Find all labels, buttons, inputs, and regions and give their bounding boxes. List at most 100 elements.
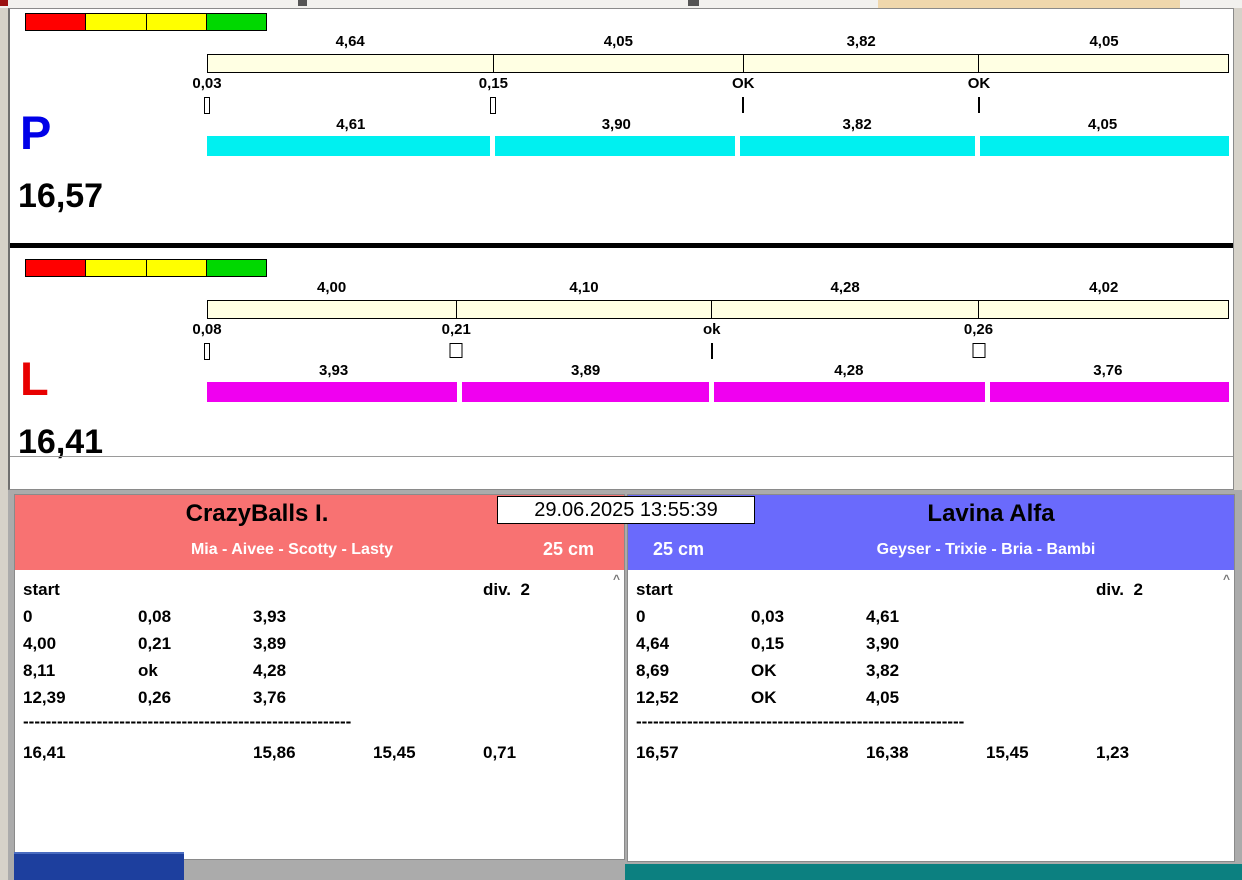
run-time-label: 3,90 [601, 116, 631, 133]
dog-time: 4,05 [866, 688, 900, 707]
flyball-timing-screen: 4,64 4,05 3,82 4,05 0,03 0,15 OK OK 4,61… [0, 0, 1242, 880]
time-diff: 0,71 [483, 743, 517, 762]
split-marker-tick [710, 343, 713, 359]
results-table: start div. 2 0 0,03 4,61 4,64 0,15 3,90 … [628, 570, 1234, 766]
plan-bar-segment [744, 55, 980, 72]
empty-cell [253, 576, 373, 603]
total-time: 16,41 [23, 743, 66, 762]
table-row: 12,39 0,26 3,76 [23, 684, 624, 711]
team-subheader: Mia - Aivee - Scotty - Lasty 25 cm [15, 533, 624, 570]
empty-cell [373, 576, 483, 603]
traffic-green-segment [206, 260, 266, 276]
traffic-yellow-segment-2 [146, 260, 207, 276]
jump-height-label: 25 cm [542, 539, 594, 559]
run-time-label: 4,61 [336, 116, 366, 133]
split-marker-label: 0,26 [963, 321, 994, 338]
background-window-strip [0, 0, 1242, 8]
dog-time: 3,90 [866, 634, 900, 653]
cumulative-time: 0 [23, 607, 33, 626]
total-time: 16,57 [636, 743, 679, 762]
background-text-fragment [298, 0, 307, 6]
start-label: start [23, 580, 60, 599]
run-bar-segment [207, 382, 457, 402]
bottom-strip [625, 864, 1242, 880]
table-row: 4,64 0,15 3,90 [636, 630, 1234, 657]
table-row: 4,00 0,21 3,89 [23, 630, 624, 657]
split-marker-label: 0,08 [192, 321, 222, 338]
plan-time-label: 4,02 [1089, 279, 1119, 296]
team-panel-left: CrazyBalls I. Mia - Aivee - Scotty - Las… [14, 494, 625, 860]
team-results-panel: ^ start div. 2 0 0,03 4,61 4,64 0,15 3,9… [628, 570, 1234, 861]
traffic-green-segment [206, 14, 266, 30]
split-markers: 0,03 0,15 OK OK [192, 75, 1229, 117]
plan-bar-segment [979, 301, 1228, 318]
empty-cell [986, 576, 1096, 603]
run-time-label: 3,76 [1093, 362, 1123, 379]
background-window-fragment [878, 0, 1180, 8]
scroll-up-button[interactable]: ^ [1223, 572, 1230, 586]
plan-time-labels: 4,00 4,10 4,28 4,02 [207, 279, 1229, 297]
split-marker-tick [204, 343, 210, 360]
change-time: 0,03 [751, 607, 785, 626]
plan-bar-segment [208, 301, 458, 318]
division-label: div. 2 [1096, 580, 1143, 599]
empty-cell [751, 739, 866, 766]
plan-time-label: 4,28 [830, 279, 860, 296]
best-time: 15,45 [373, 743, 416, 762]
empty-cell [751, 576, 866, 603]
plan-time-label: 3,82 [846, 33, 876, 50]
split-marker-label: 0,15 [478, 75, 508, 92]
plan-bar-segment [457, 301, 713, 318]
run-time-label: 4,28 [834, 362, 864, 379]
plan-time-label: 4,00 [317, 279, 347, 296]
traffic-yellow-segment [86, 260, 147, 276]
plan-time-label: 4,10 [569, 279, 599, 296]
run-time-labels: 4,61 3,90 3,82 4,05 [207, 116, 1229, 134]
dog-time: 3,76 [253, 688, 287, 707]
run-time-label: 4,05 [1088, 116, 1118, 133]
dog-time: 3,82 [866, 661, 900, 680]
plan-bar-segment [208, 55, 494, 72]
lane-section-p: 4,64 4,05 3,82 4,05 0,03 0,15 OK OK 4,61… [10, 11, 1233, 241]
cumulative-time: 4,64 [636, 634, 670, 653]
run-time-label: 3,93 [319, 362, 349, 379]
team-results-panel: ^ start div. 2 0 0,08 3,93 4,00 0,21 3,8… [15, 570, 624, 859]
run-bar-segment [207, 136, 491, 156]
totals-row: 16,41 15,86 15,45 0,71 [23, 739, 624, 766]
division-label: div. 2 [483, 580, 530, 599]
team-panel-right: Lavina Alfa Geyser - Trixie - Bria - Bam… [627, 494, 1235, 862]
cumulative-time: 4,00 [23, 634, 57, 653]
table-row: 8,69 OK 3,82 [636, 657, 1234, 684]
background-window-fragment-red [0, 0, 8, 6]
team-subheader: Geyser - Trixie - Bria - Bambi 25 cm [628, 533, 1234, 570]
run-time-labels: 3,93 3,89 4,28 3,76 [207, 362, 1229, 380]
split-marker-label: ok [703, 321, 721, 338]
dog-time: 3,89 [253, 634, 287, 653]
run-bar-segment [980, 136, 1229, 156]
run-time-bar-cyan [207, 136, 1229, 156]
change-time: OK [751, 661, 777, 680]
taskbar-fragment [14, 852, 184, 880]
plan-time-label: 4,05 [603, 33, 633, 50]
cumulative-time: 12,52 [636, 688, 679, 707]
split-marker-tick [449, 343, 463, 358]
cumulative-time: 12,39 [23, 688, 66, 707]
split-marker-label: 0,03 [192, 75, 222, 92]
empty-cell [866, 576, 986, 603]
empty-cell [138, 576, 253, 603]
traffic-light-indicator [25, 13, 267, 31]
team-members: Mia - Aivee - Scotty - Lasty [190, 541, 394, 558]
lane-section-l: 4,00 4,10 4,28 4,02 0,08 0,21 ok 0,26 3,… [10, 257, 1233, 487]
lane-letter: P [20, 106, 52, 159]
scroll-up-button[interactable]: ^ [613, 572, 620, 586]
cumulative-time: 0 [636, 607, 646, 626]
split-marker-tick [204, 97, 210, 114]
lane-divider [10, 243, 1233, 248]
table-row: 0 0,08 3,93 [23, 603, 624, 630]
run-time-label: 3,82 [842, 116, 872, 133]
run-bar-segment [495, 136, 736, 156]
change-time: OK [751, 688, 777, 707]
table-header-row: start div. 2 [636, 576, 1234, 603]
run-bar-segment [713, 382, 986, 402]
background-text-fragment-2 [688, 0, 699, 6]
